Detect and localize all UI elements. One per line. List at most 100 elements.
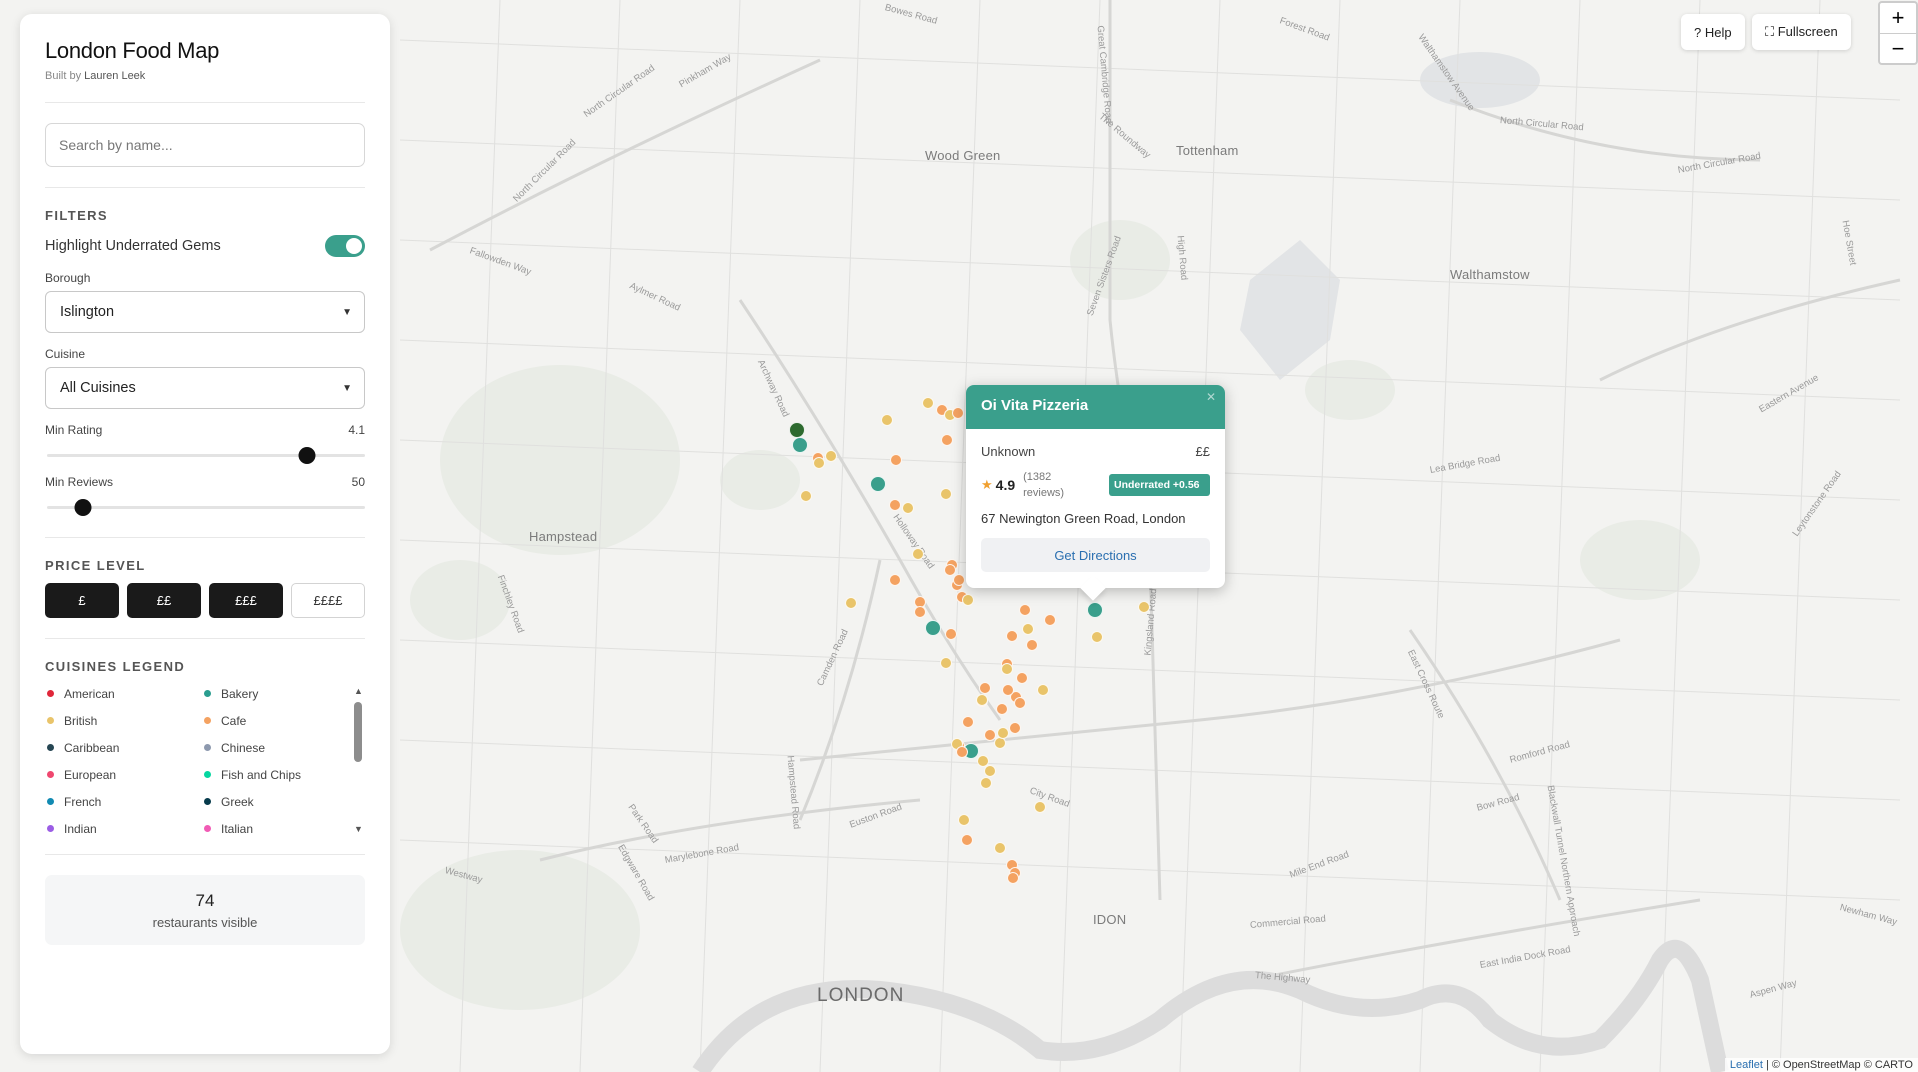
- borough-select[interactable]: Islington ▼: [45, 291, 365, 333]
- popup-price: ££: [1195, 444, 1210, 459]
- restaurant-marker[interactable]: [962, 716, 974, 728]
- borough-select-value: Islington: [60, 304, 115, 320]
- restaurant-marker[interactable]: [1026, 639, 1038, 651]
- restaurant-marker[interactable]: [1001, 663, 1013, 675]
- restaurant-marker[interactable]: [984, 765, 996, 777]
- restaurant-marker[interactable]: [980, 777, 992, 789]
- restaurant-marker[interactable]: [902, 502, 914, 514]
- zoom-control: + −: [1876, 0, 1918, 70]
- restaurant-marker[interactable]: [889, 574, 901, 586]
- legend-item: Greek: [202, 794, 342, 809]
- restaurant-marker[interactable]: [922, 397, 934, 409]
- legend-dot: [204, 744, 211, 751]
- price-button-1[interactable]: £: [45, 583, 119, 618]
- restaurant-marker[interactable]: [912, 548, 924, 560]
- scroll-down-icon[interactable]: ▼: [354, 824, 363, 834]
- cuisines-legend[interactable]: American Bakery British Cafe Caribbean Chines…: [45, 684, 365, 844]
- borough-label: Borough: [45, 271, 91, 285]
- restaurant-marker[interactable]: [994, 842, 1006, 854]
- legend-item: Indian: [45, 821, 202, 836]
- search-input[interactable]: [45, 123, 365, 167]
- restaurant-marker[interactable]: [890, 454, 902, 466]
- restaurant-marker[interactable]: [941, 434, 953, 446]
- legend-scrollbar[interactable]: ▲ ▼: [351, 684, 365, 834]
- byline-prefix: Built by: [45, 70, 82, 82]
- slider-thumb[interactable]: [74, 499, 92, 516]
- restaurant-marker[interactable]: [789, 422, 805, 438]
- restaurant-marker[interactable]: [958, 814, 970, 826]
- price-button-4[interactable]: ££££: [291, 583, 365, 618]
- restaurant-marker[interactable]: [1006, 630, 1018, 642]
- star-icon: ★: [981, 477, 993, 492]
- fullscreen-button[interactable]: ⛶ Fullscreen: [1752, 14, 1851, 50]
- restaurant-marker[interactable]: [962, 594, 974, 606]
- restaurant-marker[interactable]: [945, 628, 957, 640]
- restaurant-marker[interactable]: [800, 490, 812, 502]
- help-button[interactable]: ? Help: [1681, 14, 1745, 50]
- restaurant-marker[interactable]: [825, 450, 837, 462]
- byline-author[interactable]: Lauren Leek: [84, 70, 145, 82]
- restaurant-marker[interactable]: [1009, 722, 1021, 734]
- min-rating-value: 4.1: [348, 423, 365, 437]
- restaurant-marker[interactable]: [845, 597, 857, 609]
- restaurant-marker[interactable]: [870, 476, 886, 492]
- restaurant-marker[interactable]: [1007, 872, 1019, 884]
- legend-item: Chinese: [202, 740, 342, 755]
- divider: [45, 854, 365, 855]
- legend-dot: [204, 825, 211, 832]
- restaurant-marker[interactable]: [1002, 684, 1014, 696]
- highlight-gems-label: Highlight Underrated Gems: [45, 238, 221, 254]
- restaurant-marker[interactable]: [952, 407, 964, 419]
- scrollbar-thumb[interactable]: [354, 702, 362, 762]
- zoom-in-button[interactable]: +: [1880, 3, 1916, 33]
- restaurant-marker[interactable]: [1022, 623, 1034, 635]
- slider-thumb[interactable]: [298, 447, 316, 464]
- restaurant-marker[interactable]: [976, 694, 988, 706]
- restaurant-marker[interactable]: [953, 574, 965, 586]
- cuisine-select[interactable]: All Cuisines ▼: [45, 367, 365, 409]
- restaurant-marker[interactable]: [813, 457, 825, 469]
- restaurant-marker[interactable]: [925, 620, 941, 636]
- restaurant-count: 74 restaurants visible: [45, 875, 365, 945]
- restaurant-marker[interactable]: [881, 414, 893, 426]
- restaurant-marker[interactable]: [996, 703, 1008, 715]
- min-reviews-label: Min Reviews: [45, 475, 114, 489]
- highlight-gems-toggle[interactable]: [325, 235, 365, 257]
- restaurant-marker[interactable]: [940, 488, 952, 500]
- scroll-up-icon[interactable]: ▲: [354, 686, 363, 696]
- restaurant-marker[interactable]: [1034, 801, 1046, 813]
- leaflet-link[interactable]: Leaflet: [1730, 1059, 1763, 1071]
- restaurant-marker[interactable]: [1044, 614, 1056, 626]
- min-reviews-slider[interactable]: [45, 497, 365, 517]
- restaurant-marker[interactable]: [1091, 631, 1103, 643]
- restaurant-marker[interactable]: [997, 727, 1009, 739]
- restaurant-marker[interactable]: [1138, 601, 1150, 613]
- legend-item: Fish and Chips: [202, 767, 342, 782]
- zoom-out-button[interactable]: −: [1880, 33, 1916, 63]
- price-button-3[interactable]: £££: [209, 583, 283, 618]
- restaurant-marker[interactable]: [979, 682, 991, 694]
- restaurant-marker[interactable]: [889, 499, 901, 511]
- price-button-2[interactable]: ££: [127, 583, 201, 618]
- map-attribution: Leaflet | © OpenStreetMap © CARTO: [1724, 1058, 1918, 1072]
- filters-heading: FILTERS: [45, 208, 108, 223]
- legend-label: British: [64, 713, 98, 728]
- restaurant-marker[interactable]: [1014, 697, 1026, 709]
- restaurant-marker[interactable]: [1037, 684, 1049, 696]
- restaurant-marker[interactable]: [984, 729, 996, 741]
- get-directions-button[interactable]: Get Directions: [981, 538, 1210, 572]
- legend-label: Bakery: [221, 686, 259, 701]
- popup-close-icon[interactable]: ✕: [1206, 390, 1216, 404]
- restaurant-marker[interactable]: [956, 746, 968, 758]
- restaurant-marker[interactable]: [1087, 602, 1103, 618]
- restaurant-marker[interactable]: [914, 606, 926, 618]
- restaurant-marker[interactable]: [792, 437, 808, 453]
- price-level-buttons: £ ££ £££ ££££: [45, 583, 365, 618]
- restaurant-marker[interactable]: [1016, 672, 1028, 684]
- restaurant-marker[interactable]: [944, 564, 956, 576]
- min-rating-slider[interactable]: [45, 445, 365, 465]
- restaurant-marker[interactable]: [1019, 604, 1031, 616]
- legend-item: European: [45, 767, 202, 782]
- restaurant-marker[interactable]: [940, 657, 952, 669]
- restaurant-marker[interactable]: [961, 834, 973, 846]
